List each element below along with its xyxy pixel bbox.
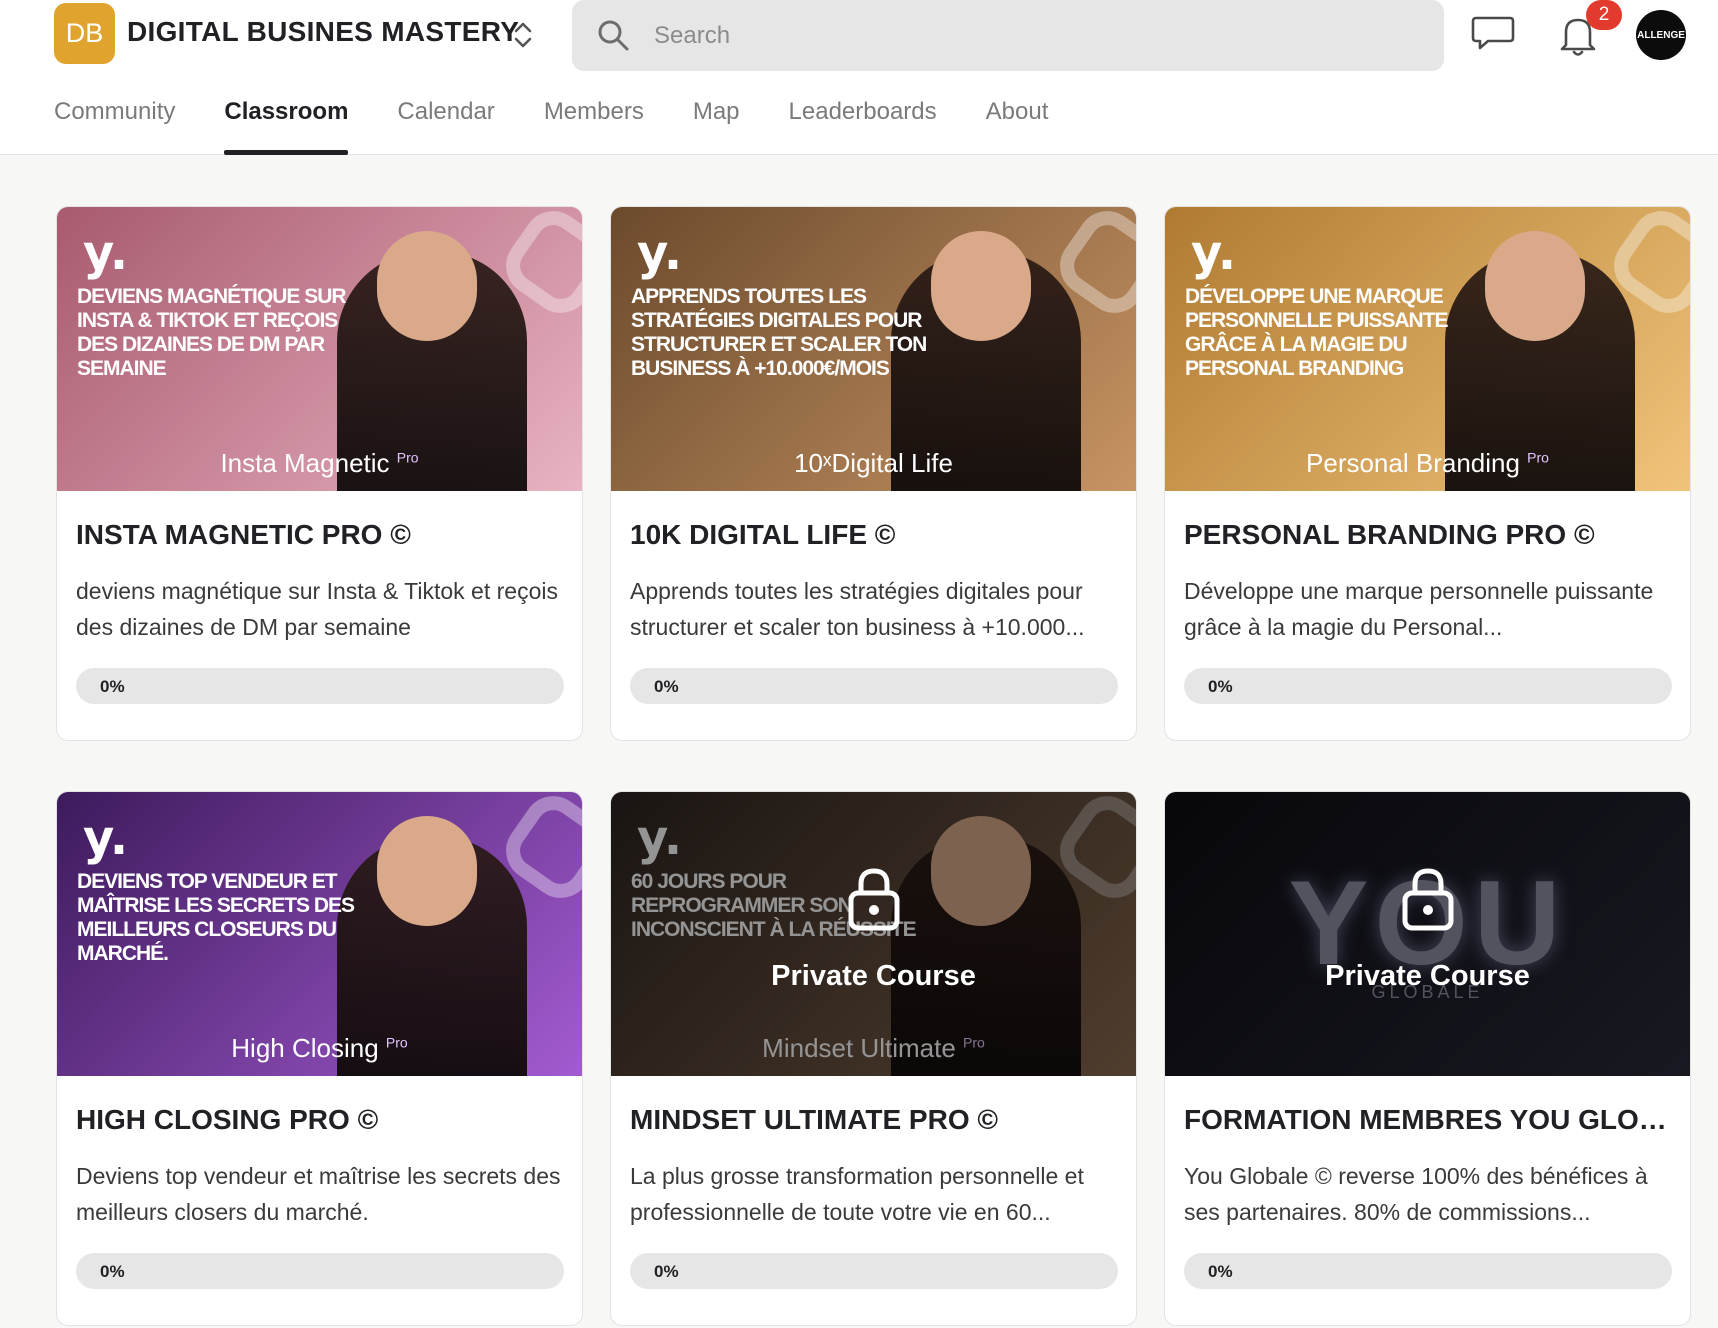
course-title: 10K DIGITAL LIFE ©	[630, 519, 896, 550]
cover-headline: DEVIENS MAGNÉTIQUE SUR INSTA & TIKTOK ET…	[77, 285, 347, 380]
search-bar[interactable]	[572, 0, 1444, 71]
cover-brand: y.	[83, 225, 129, 281]
progress-label: 0%	[654, 677, 679, 696]
group-switcher-icon[interactable]	[508, 16, 538, 54]
cover-person-head	[1485, 231, 1585, 341]
progress-label: 0%	[654, 1262, 679, 1281]
search-input[interactable]	[654, 0, 1414, 71]
course-progress-bar: 0%	[76, 668, 564, 704]
group-logo[interactable]: DB	[54, 3, 115, 64]
course-description: Apprends toutes les stratégies digitales…	[630, 578, 1085, 640]
tab-members[interactable]: Members	[544, 92, 644, 155]
course-description: La plus grosse transformation personnell…	[630, 1163, 1084, 1225]
top-header: DB DIGITAL BUSINES MASTERY 2 ALLENGE Com…	[0, 0, 1718, 155]
tab-community[interactable]: Community	[54, 92, 175, 155]
course-progress-bar: 0%	[1184, 668, 1672, 704]
course-card[interactable]: y. DEVIENS TOP VENDEUR ET MAÎTRISE LES SE…	[56, 791, 583, 1326]
course-cover-image: YOU GLOBALE Private Course	[1165, 792, 1690, 1076]
cover-product-name: Insta Magnetic Pro	[220, 448, 419, 478]
progress-label: 0%	[100, 677, 125, 696]
course-progress-bar: 0%	[76, 1253, 564, 1289]
course-title: MINDSET ULTIMATE PRO ©	[630, 1104, 999, 1135]
course-cover-image: y. APPRENDS TOUTES LES STRATÉGIES DIGITAL…	[611, 207, 1136, 491]
search-icon	[598, 20, 629, 51]
course-progress-bar: 0%	[1184, 1253, 1672, 1289]
course-description: Développe une marque personnelle puissan…	[1184, 578, 1654, 640]
course-title: HIGH CLOSING PRO ©	[76, 1104, 379, 1135]
course-description: Deviens top vendeur et maîtrise les secr…	[76, 1163, 561, 1225]
course-cover-image: y. 60 JOURS POUR REPROGRAMMER SON INCONSC…	[611, 792, 1136, 1076]
course-progress-bar: 0%	[630, 1253, 1118, 1289]
course-title: FORMATION MEMBRES YOU GLO…	[1184, 1104, 1667, 1135]
tab-classroom[interactable]: Classroom	[224, 92, 349, 155]
course-title: INSTA MAGNETIC PRO ©	[76, 519, 411, 550]
tab-leaderboards[interactable]: Leaderboards	[789, 92, 937, 155]
cover-headline: APPRENDS TOUTES LES STRATÉGIES DIGITALES…	[631, 285, 927, 380]
chat-icon[interactable]	[1470, 14, 1516, 54]
progress-label: 0%	[1208, 1262, 1233, 1281]
course-card[interactable]: YOU GLOBALE Private Course FORMATION MEMBRE…	[1164, 791, 1691, 1326]
course-progress-bar: 0%	[630, 668, 1118, 704]
notification-count-badge: 2	[1586, 0, 1622, 30]
cover-brand: y.	[83, 810, 129, 866]
nav-tabs: Community Classroom Calendar Members Map Lead…	[54, 92, 1097, 155]
cover-brand: y.	[637, 225, 683, 281]
course-description: You Globale © reverse 100% des bénéfices…	[1184, 1163, 1648, 1225]
tab-calendar[interactable]: Calendar	[397, 92, 494, 155]
progress-label: 0%	[1208, 677, 1233, 696]
cover-product-name: Personal Branding Pro	[1306, 448, 1549, 478]
tab-map[interactable]: Map	[693, 92, 740, 155]
course-cover-image: y. DEVIENS TOP VENDEUR ET MAÎTRISE LES SE…	[57, 792, 582, 1076]
tab-about[interactable]: About	[986, 92, 1049, 155]
course-card[interactable]: y. APPRENDS TOUTES LES STRATÉGIES DIGITAL…	[610, 206, 1137, 741]
course-card[interactable]: y. DÉVELOPPE UNE MARQUE PERSONNELLE PUISS…	[1164, 206, 1691, 741]
course-card[interactable]: y. 60 JOURS POUR REPROGRAMMER SON INCONSC…	[610, 791, 1137, 1326]
progress-label: 0%	[100, 1262, 125, 1281]
group-name[interactable]: DIGITAL BUSINES MASTERY	[127, 16, 519, 48]
cover-person-head	[377, 816, 477, 926]
course-title: PERSONAL BRANDING PRO ©	[1184, 519, 1595, 550]
cover-person-head	[377, 231, 477, 341]
cover-product-name: 10ˣDigital Life	[794, 448, 953, 478]
user-avatar[interactable]: ALLENGE	[1636, 10, 1686, 60]
cover-brand: y.	[1191, 225, 1237, 281]
course-description: deviens magnétique sur Insta & Tiktok et…	[76, 578, 558, 640]
course-cover-image: y. DEVIENS MAGNÉTIQUE SUR INSTA & TIKTOK …	[57, 207, 582, 491]
cover-headline: DEVIENS TOP VENDEUR ET MAÎTRISE LES SECR…	[77, 870, 355, 965]
course-card[interactable]: y. DEVIENS MAGNÉTIQUE SUR INSTA & TIKTOK …	[56, 206, 583, 741]
cover-headline: DÉVELOPPE UNE MARQUE PERSONNELLE PUISSAN…	[1185, 285, 1449, 380]
cover-product-name: High Closing Pro	[231, 1033, 408, 1063]
private-course-label: Private Course	[771, 960, 976, 992]
private-course-label: Private Course	[1325, 960, 1530, 992]
cover-person-head	[931, 231, 1031, 341]
lock-icon	[611, 866, 1136, 937]
course-cover-image: y. DÉVELOPPE UNE MARQUE PERSONNELLE PUISS…	[1165, 207, 1690, 491]
lock-icon	[1165, 866, 1690, 937]
course-grid: y. DEVIENS MAGNÉTIQUE SUR INSTA & TIKTOK …	[56, 206, 1693, 1326]
